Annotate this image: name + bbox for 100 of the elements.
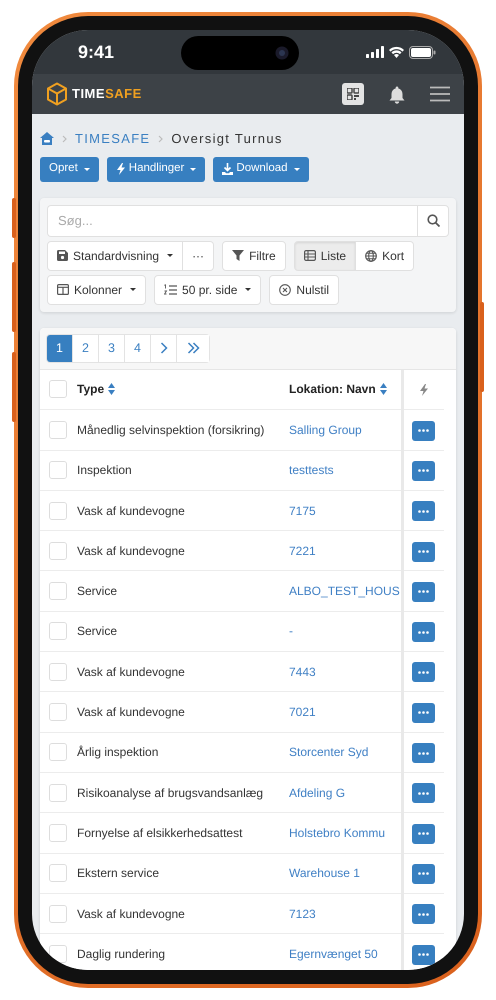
more-icon	[418, 711, 430, 714]
row-menu-button[interactable]	[412, 460, 436, 481]
close-circle-icon	[279, 284, 292, 296]
checkbox[interactable]	[49, 380, 67, 398]
row-menu-button[interactable]	[412, 904, 436, 924]
camera-icon	[275, 46, 290, 60]
page-button[interactable]: 1	[47, 334, 73, 362]
chevron-right-icon	[160, 342, 168, 354]
toolbar-button[interactable]: ···	[183, 240, 214, 270]
table-cell: Vask af kundevogne	[77, 664, 185, 679]
checkbox[interactable]	[49, 502, 67, 520]
row-menu-button[interactable]	[412, 501, 436, 522]
chevron-icon	[158, 134, 164, 143]
checkbox[interactable]	[49, 461, 67, 480]
table-cell: Årlig inspektion	[77, 745, 158, 760]
table-cell: ALBO_TEST_HOUS	[289, 584, 400, 598]
signal-icon	[366, 46, 384, 58]
row-menu-button[interactable]	[412, 542, 436, 562]
more-icon	[418, 429, 430, 432]
more-icon	[418, 469, 430, 472]
action-button[interactable]: Handlinger	[106, 156, 206, 182]
view-toggle[interactable]: Liste	[294, 240, 356, 270]
table-cell: 7443	[289, 664, 316, 679]
table-cell: Warehouse 1	[289, 866, 360, 880]
toolbar-button[interactable]: Nulstil	[269, 274, 340, 304]
row-menu-button[interactable]	[412, 864, 436, 884]
toolbar-button[interactable]: Standardvisning	[47, 240, 184, 270]
more-icon	[418, 630, 430, 634]
cube-logo-icon	[46, 82, 68, 106]
menu-icon[interactable]	[430, 86, 450, 102]
numbered-list-icon	[164, 284, 178, 296]
row-menu-button[interactable]	[412, 662, 436, 682]
table-cell: Egernvænget 50	[289, 946, 378, 961]
checkbox[interactable]	[49, 904, 67, 922]
table-cell: Service	[77, 584, 118, 598]
checkbox[interactable]	[49, 743, 67, 762]
checkbox[interactable]	[49, 784, 67, 802]
notification-bell-icon[interactable]	[388, 84, 406, 104]
filter-icon	[232, 250, 244, 261]
row-menu-button[interactable]	[412, 824, 436, 844]
checkbox[interactable]	[49, 824, 67, 842]
bolt-icon	[116, 163, 126, 175]
table-cell: Risikoanalyse af brugsvandsanlæg	[77, 786, 264, 800]
checkbox[interactable]	[49, 703, 67, 722]
row-menu-button[interactable]	[412, 944, 436, 965]
row-menu-button[interactable]	[412, 743, 436, 764]
globe-icon	[365, 250, 378, 262]
table-cell: 7221	[289, 544, 316, 558]
checkbox[interactable]	[49, 622, 67, 640]
save-icon	[57, 250, 68, 261]
table-cell: 7123	[289, 906, 316, 920]
table-cell: Holstebro Kommu	[289, 826, 386, 840]
row-menu-button[interactable]	[412, 420, 436, 441]
checkbox[interactable]	[49, 582, 67, 600]
checkbox[interactable]	[49, 944, 67, 963]
view-toggle[interactable]: Kort	[356, 240, 414, 270]
more-icon	[418, 953, 430, 956]
table-cell: Salling Group	[289, 422, 362, 437]
more-icon	[418, 872, 430, 876]
status-time: 9:41	[78, 40, 114, 64]
action-button[interactable]: Opret	[40, 156, 99, 182]
wifi-icon	[388, 46, 405, 58]
home-icon[interactable]	[40, 132, 54, 146]
column-header[interactable]: Type	[77, 380, 104, 398]
checkbox[interactable]	[49, 420, 67, 439]
toolbar-button[interactable]: 50 pr. side	[154, 274, 262, 304]
bolt-icon	[419, 384, 428, 396]
table-cell: Inspektion	[77, 463, 132, 478]
page-title: Oversigt Turnus	[171, 130, 283, 148]
more-icon	[418, 792, 430, 795]
breadcrumb-link[interactable]: TIMESAFE	[75, 129, 150, 148]
checkbox[interactable]	[49, 864, 67, 882]
toolbar-button[interactable]: Filtre	[222, 240, 286, 270]
toolbar-button[interactable]: Kolonner	[47, 274, 146, 304]
table-cell: Ekstern service	[77, 866, 160, 880]
row-menu-button[interactable]	[412, 622, 436, 642]
battery-icon	[409, 46, 436, 58]
download-icon	[222, 163, 234, 175]
brand-name[interactable]: TIMESAFE	[72, 84, 142, 104]
checkbox[interactable]	[49, 662, 67, 681]
search-field[interactable]: Søg...	[47, 204, 417, 236]
search-button[interactable]	[417, 204, 449, 236]
qr-code-icon	[347, 88, 359, 100]
table-cell: Vask af kundevogne	[77, 906, 185, 920]
row-menu-button[interactable]	[412, 702, 436, 723]
row-menu-button[interactable]	[412, 783, 436, 804]
more-icon	[418, 550, 430, 554]
action-button[interactable]: Download	[213, 156, 309, 182]
table-cell: -	[289, 624, 293, 638]
more-icon	[418, 670, 430, 674]
search-icon	[426, 214, 440, 227]
column-header[interactable]: Lokation: Navn	[289, 380, 376, 398]
checkbox[interactable]	[49, 542, 67, 560]
qr-code-button[interactable]	[342, 83, 364, 105]
columns-icon	[57, 284, 69, 295]
chevron-icon	[62, 134, 67, 143]
table-cell: Daglig rundering	[77, 946, 166, 961]
table-cell: Vask af kundevogne	[77, 504, 185, 518]
table-cell: Storcenter Syd	[289, 745, 368, 760]
row-menu-button[interactable]	[412, 582, 436, 602]
